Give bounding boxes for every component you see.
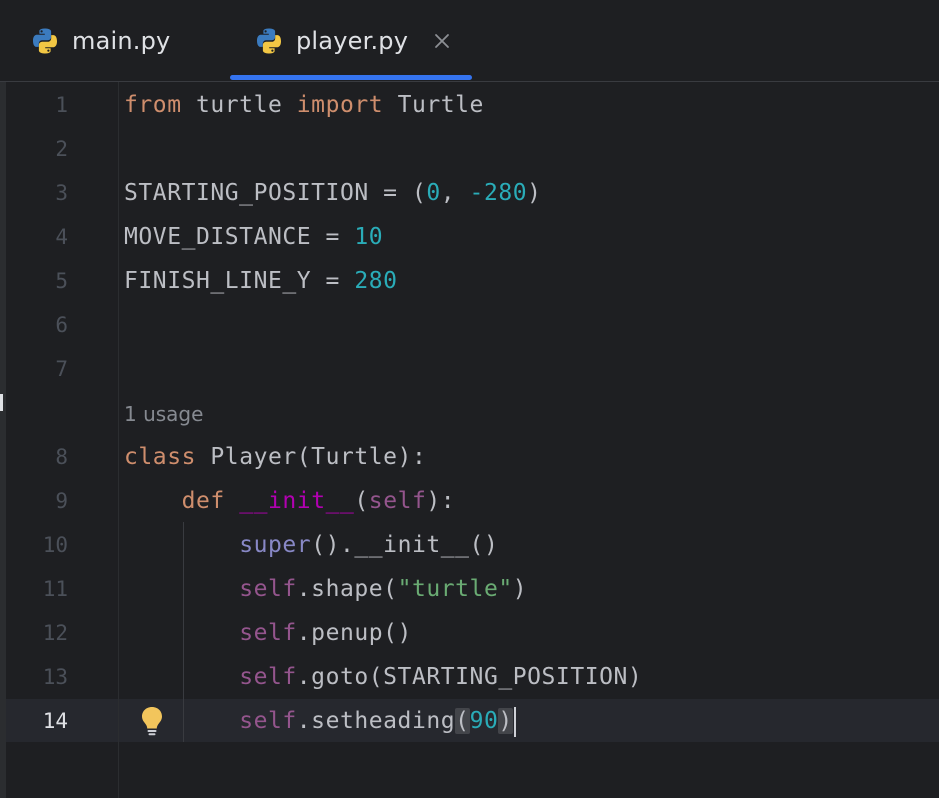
code-token: ,	[440, 180, 470, 206]
line-number[interactable]: 9	[0, 479, 68, 523]
code-text[interactable]: self.setheading(90)	[124, 699, 516, 743]
code-token: 0	[426, 180, 441, 206]
line-number[interactable]: 6	[0, 303, 68, 347]
line-number[interactable]: 5	[0, 259, 68, 303]
code-token: Player(Turtle):	[196, 444, 427, 470]
line-number[interactable]: 10	[0, 523, 68, 567]
code-token: from	[124, 92, 182, 118]
inlay-hint-row: 1 usage	[0, 392, 939, 436]
text-caret	[513, 706, 516, 737]
code-token: )	[527, 180, 542, 206]
code-text[interactable]: self.penup()	[124, 611, 412, 655]
tab-main-py[interactable]: main.py	[30, 0, 170, 81]
code-line[interactable]: 3 STARTING_POSITION = (0, -280)	[0, 171, 939, 215]
code-token: self	[239, 620, 297, 646]
code-line[interactable]: 4 MOVE_DISTANCE = 10	[0, 215, 939, 259]
code-token: self	[239, 576, 297, 602]
code-line[interactable]: 5 FINISH_LINE_Y = 280	[0, 259, 939, 303]
line-number[interactable]: 8	[0, 435, 68, 479]
code-text[interactable]: from turtle import Turtle	[124, 83, 484, 127]
line-number[interactable]: 14	[0, 699, 68, 743]
usage-inlay-hint[interactable]: 1 usage	[124, 392, 203, 436]
python-icon	[257, 28, 281, 53]
code-token: self	[368, 488, 427, 514]
line-number[interactable]: 12	[0, 611, 68, 655]
code-text[interactable]: MOVE_DISTANCE = 10	[124, 215, 383, 259]
line-number[interactable]: 13	[0, 655, 68, 699]
code-token: (	[354, 488, 369, 514]
code-line[interactable]: 2	[0, 127, 939, 171]
line-number[interactable]: 1	[0, 83, 68, 127]
code-text[interactable]: class Player(Turtle):	[124, 435, 426, 479]
code-text[interactable]: self.shape("turtle")	[124, 567, 527, 611]
code-token: .shape(	[296, 576, 398, 602]
code-line[interactable]: 11 self.shape("turtle")	[0, 567, 939, 611]
code-text[interactable]: STARTING_POSITION = (0, -280)	[124, 171, 542, 215]
line-number[interactable]: 3	[0, 171, 68, 215]
code-token: )	[498, 708, 513, 734]
code-token: MOVE_DISTANCE =	[124, 224, 355, 250]
code-text[interactable]: super().__init__()	[124, 523, 498, 567]
code-line[interactable]: 1 from turtle import Turtle	[0, 83, 939, 127]
code-token: .goto(STARTING_POSITION)	[296, 664, 643, 690]
code-token: self	[239, 664, 297, 690]
code-line[interactable]: 10 super().__init__()	[0, 523, 939, 567]
code-token: import	[296, 92, 384, 118]
code-line[interactable]: 13 self.goto(STARTING_POSITION)	[0, 655, 939, 699]
code-token: STARTING_POSITION = (	[124, 180, 427, 206]
tab-label: player.py	[296, 26, 409, 55]
code-token: .penup()	[296, 620, 412, 646]
code-token: 10	[354, 224, 384, 250]
code-token: 90	[469, 708, 499, 734]
code-text[interactable]: FINISH_LINE_Y = 280	[124, 259, 398, 303]
code-line[interactable]: 6	[0, 303, 939, 347]
code-token: class	[124, 444, 196, 470]
code-token: .setheading	[296, 708, 456, 734]
code-token: 280	[354, 268, 398, 294]
tab-label: main.py	[72, 26, 171, 55]
code-token: self	[239, 708, 297, 734]
line-number[interactable]: 2	[0, 127, 68, 171]
code-token: turtle	[181, 92, 297, 118]
code-token: def	[181, 488, 225, 514]
code-line[interactable]: 7	[0, 347, 939, 391]
active-tab-indicator	[230, 75, 472, 80]
code-token: super	[239, 532, 312, 558]
code-token: "turtle"	[397, 576, 513, 602]
code-token: ().__init__()	[311, 532, 499, 558]
code-line[interactable]: 9 def __init__(self):	[0, 479, 939, 523]
code-text[interactable]: self.goto(STARTING_POSITION)	[124, 655, 642, 699]
code-token: Turtle	[383, 92, 484, 118]
line-number[interactable]: 4	[0, 215, 68, 259]
code-token: __init__	[239, 488, 355, 514]
tab-player-py[interactable]: player.py	[254, 0, 450, 81]
code-token: (	[455, 708, 470, 734]
code-line[interactable]: 8 class Player(Turtle):	[0, 435, 939, 479]
code-token: )	[512, 576, 528, 602]
close-icon[interactable]	[434, 33, 450, 49]
code-text[interactable]: def __init__(self):	[124, 479, 455, 523]
editor-tab-bar: main.py player.py	[0, 0, 939, 82]
code-line[interactable]: 12 self.penup()	[0, 611, 939, 655]
code-token: ):	[426, 488, 456, 514]
line-number[interactable]: 7	[0, 347, 68, 391]
code-token: -280	[469, 180, 528, 206]
code-token: FINISH_LINE_Y =	[124, 268, 355, 294]
lightbulb-icon[interactable]	[139, 705, 165, 737]
python-icon	[33, 28, 57, 53]
line-number[interactable]: 11	[0, 567, 68, 611]
